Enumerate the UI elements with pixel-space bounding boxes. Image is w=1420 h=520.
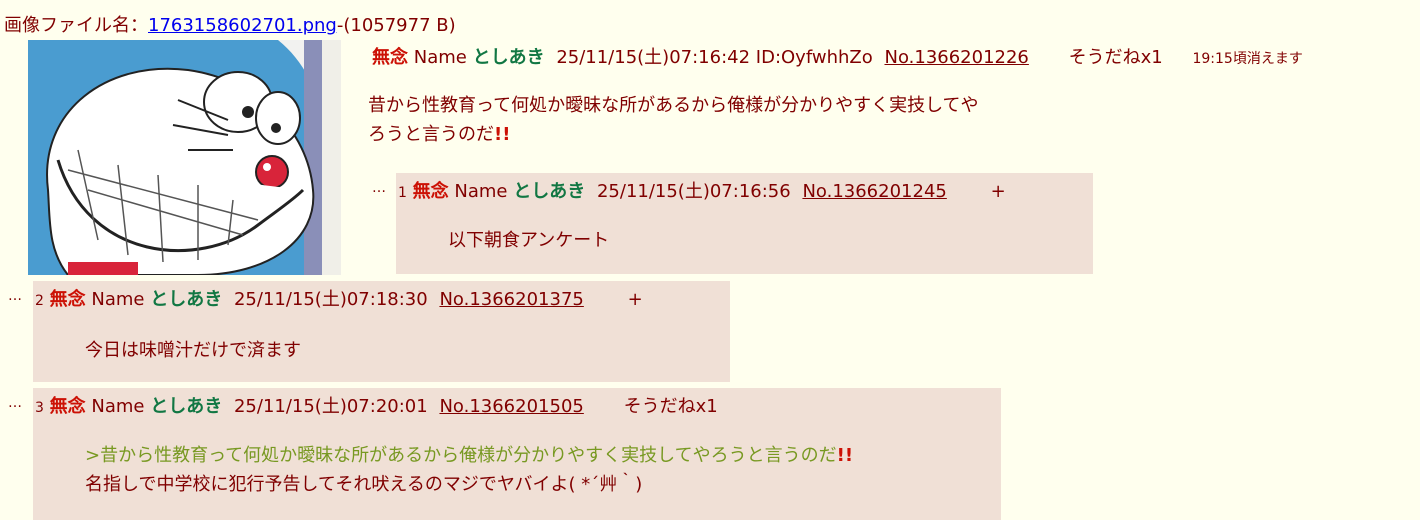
op-name-label: Name [413, 47, 467, 68]
op-header: 無念 Name としあき 25/11/15(土)07:16:42 ID:Oyfw… [372, 43, 1303, 69]
reply-2-name-label: Name [91, 289, 145, 310]
file-link[interactable]: 1763158602701.png [148, 15, 337, 36]
op-subject: 無念 [372, 47, 408, 68]
reply-3-subject: 無念 [49, 396, 86, 417]
op-exclaim: !! [494, 124, 511, 145]
reply-3-body: >昔から性教育って何処か曖昧な所があるから俺様が分かりやすく実技してやろうと言う… [85, 441, 853, 499]
op-line-1: 昔から性教育って何処か曖昧な所があるから俺様が分かりやすく実技してや [368, 95, 979, 116]
op-expire: 19:15頃消えます [1192, 51, 1303, 67]
op-post-number[interactable]: No.1366201226 [884, 47, 1028, 68]
reply-1-name-label: Name [454, 181, 508, 202]
reply-1: 1 無念 Name としあき 25/11/15(土)07:16:56 No.13… [396, 173, 1093, 274]
op-id: ID:OyfwhhZo [755, 47, 873, 68]
op-line-2: ろうと言うのだ [368, 124, 494, 145]
reply-2-date: 25/11/15(土)07:18:30 [233, 289, 428, 310]
reply-2-header: 2 無念 Name としあき 25/11/15(土)07:18:30 No.13… [35, 285, 643, 311]
reply-3-header: 3 無念 Name としあき 25/11/15(土)07:20:01 No.13… [35, 392, 718, 418]
reply-1-header: 1 無念 Name としあき 25/11/15(土)07:16:56 No.13… [398, 177, 1006, 203]
reply-1-text: 以下朝食アンケート [448, 230, 610, 251]
reply-3-date: 25/11/15(土)07:20:01 [233, 396, 428, 417]
reply-2-dots: … [8, 288, 22, 304]
reply-3-text: 名指しで中学校に犯行予告してそれ吠えるのマジでヤバイよ( *´艸｀) [85, 474, 643, 495]
reply-1-dots: … [372, 180, 386, 196]
reply-2-plus-button[interactable]: + [628, 289, 643, 310]
reply-3-dots: … [8, 395, 22, 411]
thread-thumbnail[interactable] [28, 40, 341, 275]
reply-1-index: 1 [398, 185, 407, 201]
reply-3-quote: >昔から性教育って何処か曖昧な所があるから俺様が分かりやすく実技してやろうと言う… [85, 445, 837, 466]
reply-3: 3 無念 Name としあき 25/11/15(土)07:20:01 No.13… [33, 388, 1001, 520]
reply-1-post-number[interactable]: No.1366201245 [802, 181, 946, 202]
reply-2-text: 今日は味噌汁だけで済ます [85, 340, 301, 361]
reply-1-name: としあき [513, 181, 586, 202]
op-body: 昔から性教育って何処か曖昧な所があるから俺様が分かりやすく実技してや ろうと言う… [368, 91, 979, 149]
reply-1-plus-button[interactable]: + [991, 181, 1006, 202]
reply-2-name: としあき [150, 289, 223, 310]
reply-3-quote-exclaim: !! [836, 445, 854, 466]
reply-2-index: 2 [35, 293, 44, 309]
op-date: 25/11/15(土)07:16:42 [556, 47, 751, 68]
file-label: 画像ファイル名： [4, 15, 148, 36]
file-info: 画像ファイル名：1763158602701.png-(1057977 B) [4, 11, 456, 37]
reply-1-date: 25/11/15(土)07:16:56 [596, 181, 791, 202]
op-sodane-button[interactable]: そうだねx1 [1069, 47, 1163, 68]
reply-3-sodane-button[interactable]: そうだねx1 [624, 396, 718, 417]
reply-2-subject: 無念 [49, 289, 86, 310]
reply-3-name: としあき [150, 396, 223, 417]
reply-3-post-number[interactable]: No.1366201505 [439, 396, 583, 417]
reply-2: 2 無念 Name としあき 25/11/15(土)07:18:30 No.13… [33, 281, 730, 382]
reply-3-index: 3 [35, 400, 44, 416]
reply-1-subject: 無念 [412, 181, 449, 202]
reply-3-name-label: Name [91, 396, 145, 417]
reply-2-post-number[interactable]: No.1366201375 [439, 289, 583, 310]
file-size: -(1057977 B) [336, 15, 456, 36]
op-name: としあき [472, 47, 545, 68]
